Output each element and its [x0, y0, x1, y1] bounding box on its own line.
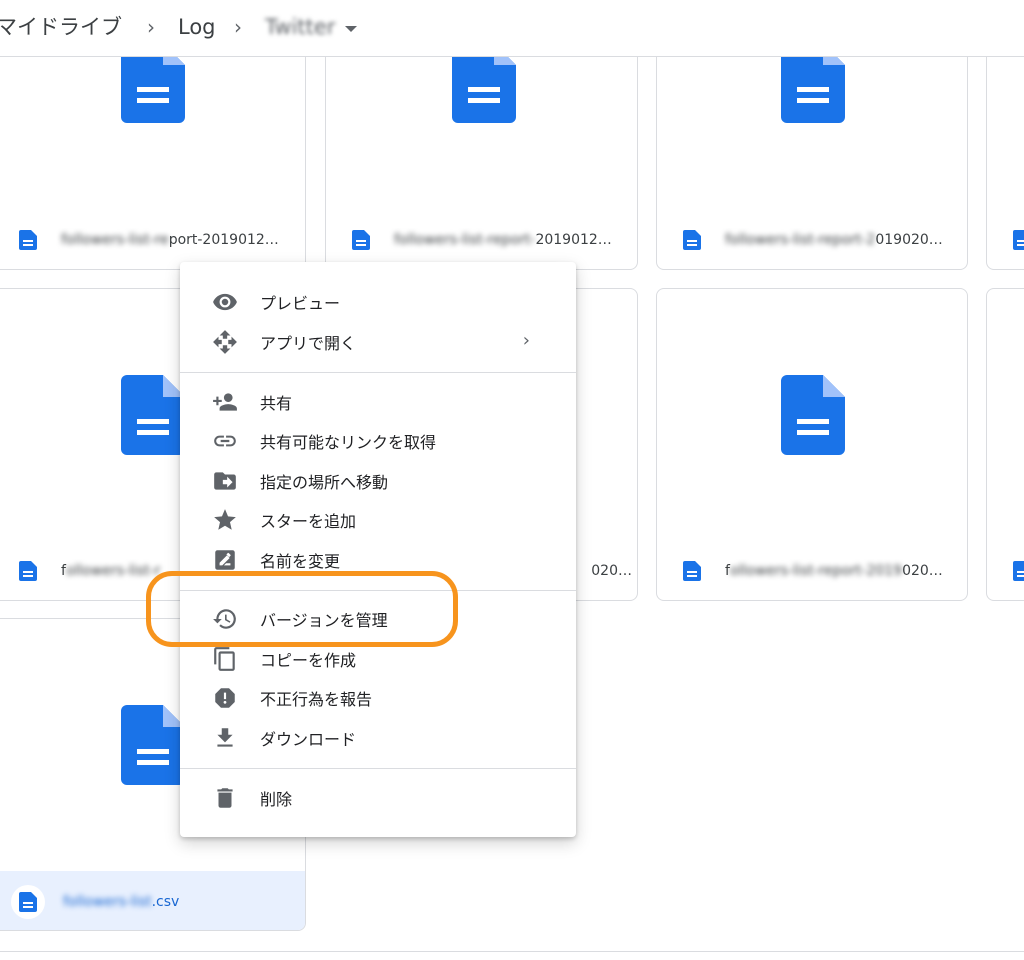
doc-file-icon	[352, 230, 370, 250]
breadcrumb-bar: マイドライブ › Log › Twitter	[0, 0, 1024, 57]
trash-icon	[212, 785, 238, 811]
menu-item-make-copy[interactable]: コピーを作成	[180, 639, 576, 679]
download-icon	[212, 725, 238, 751]
menu-divider	[180, 768, 576, 769]
menu-item-label: 削除	[260, 790, 293, 809]
file-card[interactable]: followers-list-report-2019020…	[656, 30, 968, 270]
menu-item-label: スターを追加	[260, 512, 357, 531]
menu-item-download[interactable]: ダウンロード	[180, 718, 576, 758]
context-menu: プレビュー アプリで開く › 共有 共有可能なリンクを取得 指定の場所へ移動 ス…	[180, 262, 576, 837]
menu-item-label: 不正行為を報告	[260, 690, 373, 709]
file-name: followers-list-report-2019012…	[394, 232, 612, 248]
menu-item-move-to[interactable]: 指定の場所へ移動	[180, 461, 576, 501]
menu-item-delete[interactable]: 削除	[180, 778, 576, 818]
menu-item-share[interactable]: 共有	[180, 382, 576, 422]
history-icon	[212, 606, 238, 632]
open-with-icon	[212, 329, 238, 355]
move-to-folder-icon	[212, 468, 238, 494]
link-icon	[212, 428, 238, 454]
menu-item-label: 名前を変更	[260, 552, 341, 571]
breadcrumb-separator: ›	[234, 15, 242, 39]
file-card[interactable]: followers-list-report-2019012…	[325, 30, 638, 270]
eye-icon	[212, 289, 238, 315]
menu-item-label: アプリで開く	[260, 334, 357, 353]
doc-file-icon	[1013, 230, 1024, 250]
breadcrumb-log[interactable]: Log	[178, 12, 216, 42]
breadcrumb-my-drive[interactable]: マイドライブ	[0, 12, 122, 42]
file-name: followers-list-report-2019020…	[725, 232, 943, 248]
doc-file-icon	[19, 561, 37, 581]
menu-item-label: 共有可能なリンクを取得	[260, 433, 437, 452]
chevron-right-icon: ›	[522, 330, 530, 351]
file-name: 020…	[591, 563, 632, 579]
menu-item-manage-versions[interactable]: バージョンを管理	[180, 599, 576, 639]
breadcrumb-separator: ›	[147, 15, 155, 39]
menu-item-label: 指定の場所へ移動	[260, 473, 389, 492]
menu-item-rename[interactable]: 名前を変更	[180, 540, 576, 580]
star-icon	[212, 507, 238, 533]
menu-item-label: コピーを作成	[260, 651, 357, 670]
menu-item-label: バージョンを管理	[260, 611, 388, 630]
menu-item-label: プレビュー	[260, 294, 341, 313]
doc-file-icon	[683, 230, 701, 250]
file-name: followers-list-report-2019012…	[61, 232, 279, 248]
person-add-icon	[212, 389, 238, 415]
menu-divider	[180, 372, 576, 373]
menu-item-get-link[interactable]: 共有可能なリンクを取得	[180, 421, 576, 461]
menu-item-add-star[interactable]: スターを追加	[180, 500, 576, 540]
file-name: followers-list-r	[61, 563, 161, 579]
menu-item-label: ダウンロード	[260, 730, 357, 749]
menu-item-label: 共有	[260, 394, 293, 413]
menu-item-report-abuse[interactable]: 不正行為を報告	[180, 678, 576, 718]
doc-file-icon	[11, 885, 45, 919]
google-doc-icon	[781, 375, 845, 455]
doc-file-icon	[1013, 561, 1024, 581]
file-card[interactable]: followers-list-report-2019020…	[656, 288, 968, 601]
google-doc-icon	[121, 705, 185, 785]
menu-divider	[180, 590, 576, 591]
file-name: followers-list-report-2019020…	[725, 563, 943, 579]
breadcrumb-current-folder[interactable]: Twitter	[265, 12, 335, 42]
rename-icon	[212, 547, 238, 573]
divider	[0, 951, 1024, 952]
doc-file-icon	[19, 230, 37, 250]
menu-item-preview[interactable]: プレビュー	[180, 282, 576, 322]
folder-dropdown-icon[interactable]	[345, 26, 357, 32]
doc-file-icon	[683, 561, 701, 581]
file-card[interactable]	[986, 30, 1024, 270]
file-card[interactable]: followers-list-report-2019012…	[0, 30, 306, 270]
file-card[interactable]	[986, 288, 1024, 601]
google-doc-icon	[121, 375, 185, 455]
menu-item-open-with[interactable]: アプリで開く ›	[180, 322, 576, 362]
report-icon	[212, 685, 238, 711]
file-name: followers-list.csv	[63, 894, 180, 910]
copy-icon	[212, 646, 238, 672]
